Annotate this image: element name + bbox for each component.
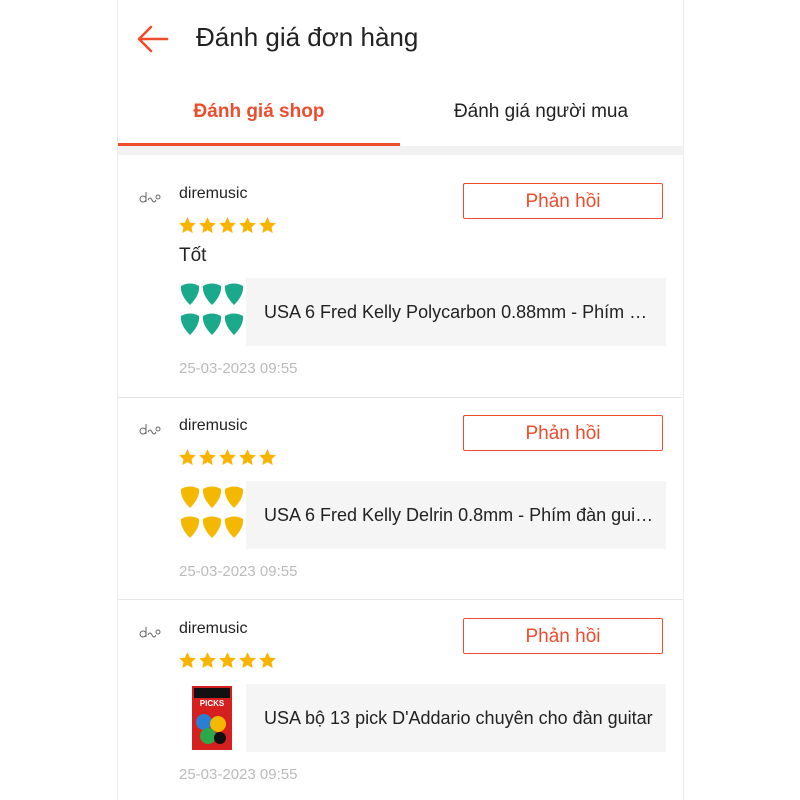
star-icon	[239, 217, 256, 234]
shop-name: diremusic	[179, 417, 248, 434]
product-name: USA bộ 13 pick D'Addario chuyên cho đàn …	[264, 708, 653, 728]
product-name: USA 6 Fred Kelly Delrin 0.8mm - Phím đàn…	[264, 505, 654, 525]
shop-name: diremusic	[179, 185, 248, 202]
reply-button[interactable]: Phản hồi	[463, 183, 663, 219]
review-item: diremusic Phản hồi Tốt USA 6 Fred Kelly …	[118, 165, 683, 398]
product-card[interactable]: USA 6 Fred Kelly Delrin 0.8mm - Phím đàn…	[178, 481, 666, 549]
app-frame: Đánh giá đơn hàng Đánh giá shop Đánh giá…	[117, 0, 684, 800]
product-thumbnail	[178, 278, 246, 346]
star-icon	[179, 449, 196, 466]
shop-logo-icon	[139, 627, 161, 638]
shop-logo-icon	[139, 192, 161, 203]
rating-stars	[178, 448, 278, 468]
star-icon	[199, 652, 216, 669]
star-icon	[199, 217, 216, 234]
header: Đánh giá đơn hàng	[118, 0, 683, 78]
star-icon	[199, 449, 216, 466]
shop-logo-icon	[139, 424, 161, 435]
review-timestamp: 25-03-2023 09:55	[179, 563, 298, 580]
product-thumbnail	[178, 481, 246, 549]
review-comment: Tốt	[179, 245, 207, 266]
review-timestamp: 25-03-2023 09:55	[179, 766, 298, 783]
star-icon	[259, 652, 276, 669]
shop-name: diremusic	[179, 620, 248, 637]
back-button[interactable]	[136, 24, 170, 54]
star-icon	[239, 449, 256, 466]
arrow-left-icon	[137, 25, 169, 53]
pick-package-image: PICKS	[192, 686, 232, 750]
tab-bar: Đánh giá shop Đánh giá người mua	[118, 90, 683, 146]
star-icon	[259, 217, 276, 234]
reply-button[interactable]: Phản hồi	[463, 618, 663, 654]
package-label: PICKS	[200, 699, 225, 708]
star-icon	[219, 652, 236, 669]
guitar-pick-image	[180, 486, 244, 538]
product-card[interactable]: PICKS USA bộ 13 pick D'Addario chuyên ch…	[178, 684, 666, 752]
review-item: diremusic Phản hồi PICKS USA bộ 13 pick …	[118, 600, 683, 800]
star-icon	[179, 217, 196, 234]
reply-button[interactable]: Phản hồi	[463, 415, 663, 451]
star-icon	[219, 217, 236, 234]
page-title: Đánh giá đơn hàng	[196, 22, 419, 52]
star-icon	[239, 652, 256, 669]
divider	[118, 146, 683, 155]
star-icon	[259, 449, 276, 466]
product-thumbnail: PICKS	[178, 684, 246, 752]
star-icon	[179, 652, 196, 669]
tab-shop-reviews[interactable]: Đánh giá shop	[118, 90, 400, 146]
guitar-pick-image	[180, 283, 244, 335]
product-card[interactable]: USA 6 Fred Kelly Polycarbon 0.88mm - Phí…	[178, 278, 666, 346]
review-timestamp: 25-03-2023 09:55	[179, 360, 298, 377]
rating-stars	[178, 651, 278, 671]
product-name: USA 6 Fred Kelly Polycarbon 0.88mm - Phí…	[264, 302, 654, 322]
review-item: diremusic Phản hồi USA 6 Fred Kelly Delr…	[118, 397, 683, 600]
star-icon	[219, 449, 236, 466]
tab-buyer-reviews[interactable]: Đánh giá người mua	[400, 90, 682, 144]
rating-stars	[178, 216, 278, 236]
